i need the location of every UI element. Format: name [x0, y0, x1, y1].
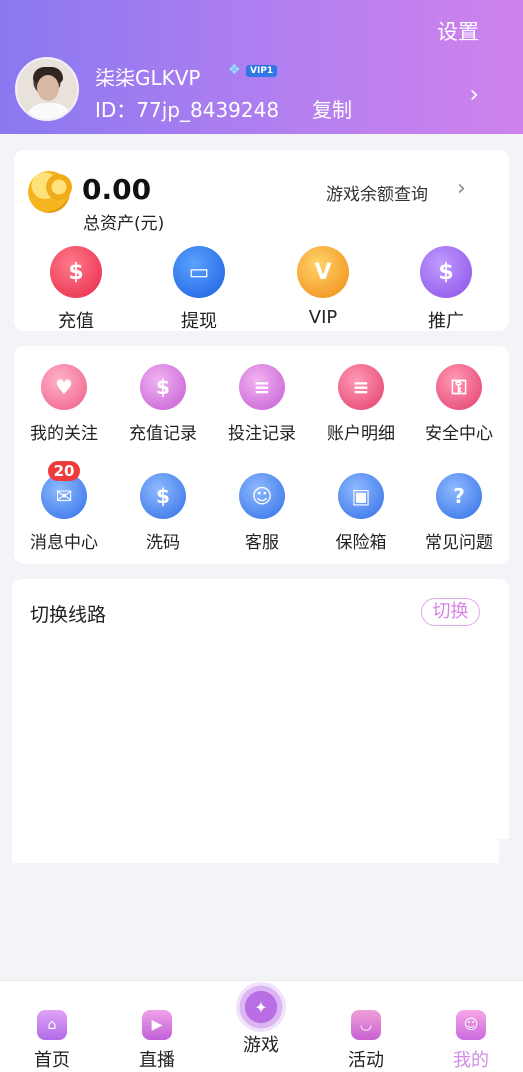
- tab-activity[interactable]: ◡ 活动: [326, 1010, 406, 1072]
- menu-item-account-detail[interactable]: ≡ 账户明细: [311, 364, 411, 444]
- tab-label: 我的: [453, 1050, 489, 1071]
- menu-item-chip-wash[interactable]: $ 洗码: [113, 473, 213, 553]
- account-detail-icon: ≡: [338, 364, 384, 410]
- customer-service-icon: ☺: [239, 473, 285, 519]
- switch-line-button[interactable]: 切换: [421, 598, 480, 626]
- unread-badge: 20: [48, 461, 80, 481]
- me-icon: ☺: [456, 1010, 486, 1040]
- menu-item-faq[interactable]: ? 常见问题: [409, 473, 509, 553]
- balance-amount: 0.00: [82, 173, 152, 206]
- withdraw-button[interactable]: ▭ 提现: [154, 246, 244, 333]
- heart-icon: ♥: [41, 364, 87, 410]
- vip-badge: ❖ VIP1: [228, 62, 280, 78]
- menu-item-label: 账户明细: [327, 424, 395, 444]
- tab-me[interactable]: ☺ 我的: [431, 1010, 511, 1072]
- menu-item-label: 洗码: [146, 533, 180, 553]
- vip-button[interactable]: V VIP: [278, 246, 368, 328]
- action-label: 充值: [58, 311, 94, 332]
- menu-item-label: 安全中心: [425, 424, 493, 444]
- menu-item-security[interactable]: ⚿ 安全中心: [409, 364, 509, 444]
- line-switch-title: 切换线路: [30, 604, 107, 626]
- action-label: 推广: [428, 311, 464, 332]
- home-icon: ⌂: [37, 1010, 67, 1040]
- promote-button[interactable]: $ 推广: [401, 246, 491, 333]
- tab-live[interactable]: ▶ 直播: [117, 1010, 197, 1072]
- avatar-face: [37, 75, 59, 101]
- menu-item-label: 常见问题: [425, 533, 493, 553]
- live-icon: ▶: [142, 1010, 172, 1040]
- chip-icon: $: [140, 473, 186, 519]
- menu-item-label: 消息中心: [30, 533, 98, 553]
- tab-label: 直播: [139, 1050, 175, 1071]
- avatar-shirt: [25, 103, 73, 119]
- security-icon: ⚿: [436, 364, 482, 410]
- menu-item-label: 我的关注: [30, 424, 98, 444]
- gamepad-icon[interactable]: ✦: [236, 982, 286, 1032]
- card-icon: ▭: [173, 246, 225, 298]
- coin-icon-front: [46, 174, 72, 200]
- tab-game[interactable]: 游戏: [221, 1031, 301, 1057]
- menu-item-safe[interactable]: ▣ 保险箱: [311, 473, 411, 553]
- user-id: ID：77jp_8439248: [95, 98, 280, 122]
- tab-home[interactable]: ⌂ 首页: [12, 1010, 92, 1072]
- vip-wing-icon: ❖: [228, 62, 241, 78]
- promo-bag-icon: $: [420, 246, 472, 298]
- vip-icon: V: [297, 246, 349, 298]
- message-icon: ✉ 20: [41, 461, 87, 519]
- bet-record-icon: ≡: [239, 364, 285, 410]
- menu-item-bet-record[interactable]: ≡ 投注记录: [212, 364, 312, 444]
- menu-item-follow[interactable]: ♥ 我的关注: [14, 364, 114, 444]
- safe-icon: ▣: [338, 473, 384, 519]
- tab-label: 首页: [34, 1050, 70, 1071]
- recharge-button[interactable]: $ 充值: [31, 246, 121, 333]
- menu-item-customer-service[interactable]: ☺ 客服: [212, 473, 312, 553]
- recharge-record-icon: $: [140, 364, 186, 410]
- action-label: VIP: [308, 307, 338, 328]
- avatar[interactable]: [15, 57, 79, 121]
- tab-label: 活动: [348, 1050, 384, 1071]
- total-assets-label: 总资产(元): [83, 214, 165, 234]
- copy-button[interactable]: 复制: [312, 94, 352, 123]
- chevron-right-icon[interactable]: ›: [469, 80, 479, 108]
- menu-item-recharge-record[interactable]: $ 充值记录: [113, 364, 213, 444]
- activity-icon: ◡: [351, 1010, 381, 1040]
- game-balance-query-link[interactable]: 游戏余额查询: [326, 180, 428, 205]
- question-icon: ?: [436, 473, 482, 519]
- card-cut: [499, 839, 509, 863]
- menu-item-label: 保险箱: [335, 533, 387, 553]
- menu-item-messages[interactable]: ✉ 20 消息中心: [14, 461, 114, 553]
- vip-level-label: VIP1: [246, 65, 278, 77]
- menu-item-label: 客服: [245, 533, 279, 553]
- username: 柒柒GLKVP: [95, 66, 201, 90]
- menu-item-label: 充值记录: [129, 424, 197, 444]
- menu-item-label: 投注记录: [228, 424, 296, 444]
- settings-button[interactable]: 设置: [437, 16, 479, 46]
- money-bag-icon: $: [50, 246, 102, 298]
- action-label: 提现: [181, 311, 217, 332]
- chevron-right-icon[interactable]: ›: [457, 176, 466, 201]
- message-glyph: ✉: [55, 484, 73, 508]
